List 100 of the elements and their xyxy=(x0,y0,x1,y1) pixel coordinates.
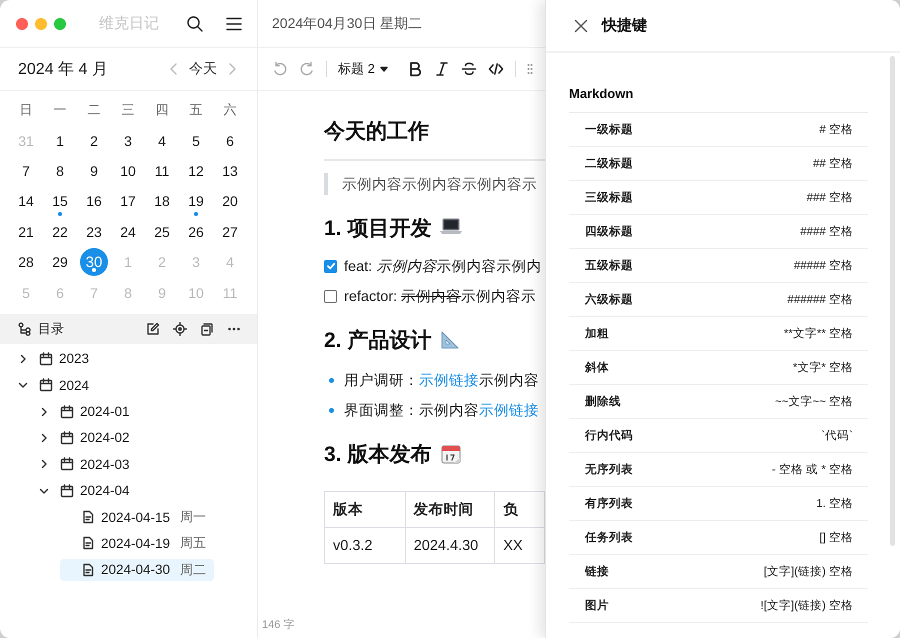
calendar-day[interactable]: 29 xyxy=(43,246,77,278)
close-icon[interactable] xyxy=(574,18,588,32)
heading-dropdown[interactable]: 标题 2 xyxy=(338,60,388,78)
chevron-right-icon[interactable] xyxy=(18,354,28,364)
table-cell: 2024.4.30 xyxy=(405,528,495,564)
shortcut-name: 三级标题 xyxy=(585,190,633,205)
calendar-day[interactable]: 28 xyxy=(9,246,43,278)
document-item[interactable]: 2024-04-30 周二 xyxy=(60,558,214,581)
document-heading: 今天的工作 xyxy=(324,119,430,145)
chevron-right-icon[interactable] xyxy=(39,406,49,417)
calendar-day[interactable]: 22 xyxy=(43,216,77,247)
calendar-day[interactable]: 13 xyxy=(213,156,247,186)
calendar-icon xyxy=(60,457,74,472)
calendar-day[interactable]: 23 xyxy=(77,216,111,247)
caret-down-icon xyxy=(380,66,388,72)
column-header: 版本 xyxy=(324,492,406,528)
calendar-day[interactable]: 5 xyxy=(179,125,213,156)
document-item[interactable]: 2024-04-19 周五 xyxy=(60,532,214,554)
close-button[interactable] xyxy=(16,18,28,30)
chevron-right-icon[interactable] xyxy=(39,432,49,443)
folder-item[interactable]: 2024 xyxy=(18,374,98,396)
shortcut-keys: - 空格 或 * 空格 xyxy=(772,462,853,477)
weekday-label: 一 xyxy=(52,101,68,120)
calendar-day[interactable]: 26 xyxy=(179,216,213,247)
calendar-day[interactable]: 12 xyxy=(179,156,213,186)
shortcut-name: 图片 xyxy=(585,598,609,613)
weekday-label: 日 xyxy=(18,101,34,120)
calendar-icon xyxy=(39,352,53,366)
panel-title: 快捷键 xyxy=(602,16,647,35)
app-title: 维克日记 xyxy=(99,14,160,33)
weekday-label: 三 xyxy=(120,101,136,120)
calendar-day[interactable]: 17 xyxy=(111,186,145,217)
calendar-day[interactable]: 24 xyxy=(111,216,145,247)
checkbox[interactable] xyxy=(324,260,337,272)
shortcut-name: 链接 xyxy=(585,564,609,579)
folder-item[interactable]: 2023 xyxy=(18,348,98,370)
quote-text: 示例内容示例内容示例内容示 xyxy=(342,176,537,194)
calendar-day[interactable]: 1 xyxy=(43,125,77,156)
folder-item[interactable]: 2024-04 xyxy=(39,480,138,502)
calendar-day[interactable]: 25 xyxy=(145,216,179,247)
tree-icon xyxy=(18,322,32,336)
document-icon xyxy=(81,510,95,524)
calendar-day[interactable]: 21 xyxy=(9,216,43,247)
grip-icon[interactable] xyxy=(526,61,533,77)
calendar-icon xyxy=(439,443,464,465)
calendar-day[interactable]: 15 xyxy=(43,186,77,217)
shortcut-keys: `代码` xyxy=(821,428,853,443)
calendar-day[interactable]: 4 xyxy=(145,125,179,156)
today-button[interactable]: 今天 xyxy=(179,60,227,78)
list-text: 用户调研：示例链接示例内容 xyxy=(344,372,539,390)
calendar-day[interactable]: 9 xyxy=(77,156,111,186)
shortcut-name: 一级标题 xyxy=(585,122,633,137)
strikethrough-icon[interactable] xyxy=(460,61,477,77)
calendar-day[interactable]: 19 xyxy=(179,186,213,217)
calendar-day[interactable]: 6 xyxy=(213,125,247,156)
outline-title: 目录 xyxy=(38,320,64,338)
shortcut-keys: # 空格 xyxy=(819,122,853,137)
section-heading: 1. 项目开发 xyxy=(324,216,432,242)
shortcut-keys: ![文字](链接) 空格 xyxy=(760,598,853,613)
shortcut-name: 删除线 xyxy=(585,394,621,409)
month-label: 2024 年 4 月 xyxy=(18,60,109,80)
document-icon xyxy=(81,536,95,550)
scrollbar-thumb[interactable] xyxy=(890,56,895,546)
folder-item[interactable]: 2024-01 xyxy=(39,400,138,423)
italic-icon[interactable] xyxy=(434,61,450,77)
calendar-day[interactable]: 18 xyxy=(145,186,179,217)
section-heading: 2. 产品设计 xyxy=(324,328,432,354)
folder-item[interactable]: 2024-03 xyxy=(39,453,138,476)
calendar-day[interactable]: 3 xyxy=(111,125,145,156)
shortcut-keys: ###### 空格 xyxy=(787,292,853,307)
shortcut-name: 四级标题 xyxy=(585,224,633,239)
calendar-icon xyxy=(60,404,74,419)
task-text: feat: 示例内容示例内容示例内 xyxy=(344,258,542,276)
shortcut-name: 斜体 xyxy=(585,360,609,375)
calendar-day[interactable]: 20 xyxy=(213,186,247,217)
calendar-day[interactable]: 8 xyxy=(43,156,77,186)
calendar-icon xyxy=(60,430,74,445)
edit-icon[interactable] xyxy=(146,322,160,336)
calendar-day[interactable]: 14 xyxy=(9,186,43,217)
calendar-day[interactable]: 16 xyxy=(77,186,111,217)
calendar-day[interactable]: 10 xyxy=(111,156,145,186)
calendar-day[interactable]: 27 xyxy=(213,216,247,247)
document-item[interactable]: 2024-04-15 周一 xyxy=(60,506,214,528)
checkbox[interactable] xyxy=(324,290,337,302)
chevron-right-icon[interactable] xyxy=(39,459,49,470)
code-icon[interactable] xyxy=(488,61,504,77)
shortcut-keys: **文字** 空格 xyxy=(784,326,853,341)
collapse-icon[interactable] xyxy=(200,322,214,336)
calendar-icon xyxy=(60,484,74,498)
calendar-day[interactable]: 2 xyxy=(77,125,111,156)
calendar-day[interactable]: 7 xyxy=(9,156,43,186)
search-icon[interactable] xyxy=(186,14,204,32)
folder-item[interactable]: 2024-02 xyxy=(39,426,138,449)
chevron-down-icon[interactable] xyxy=(18,380,28,390)
locate-icon[interactable] xyxy=(173,322,187,336)
calendar-day[interactable]: 11 xyxy=(145,156,179,186)
shortcut-keys: ## 空格 xyxy=(813,156,853,171)
document-date: 2024年04月30日 星期二 xyxy=(272,14,422,32)
shortcut-name: 任务列表 xyxy=(585,530,633,545)
shortcut-name: 五级标题 xyxy=(585,258,633,273)
